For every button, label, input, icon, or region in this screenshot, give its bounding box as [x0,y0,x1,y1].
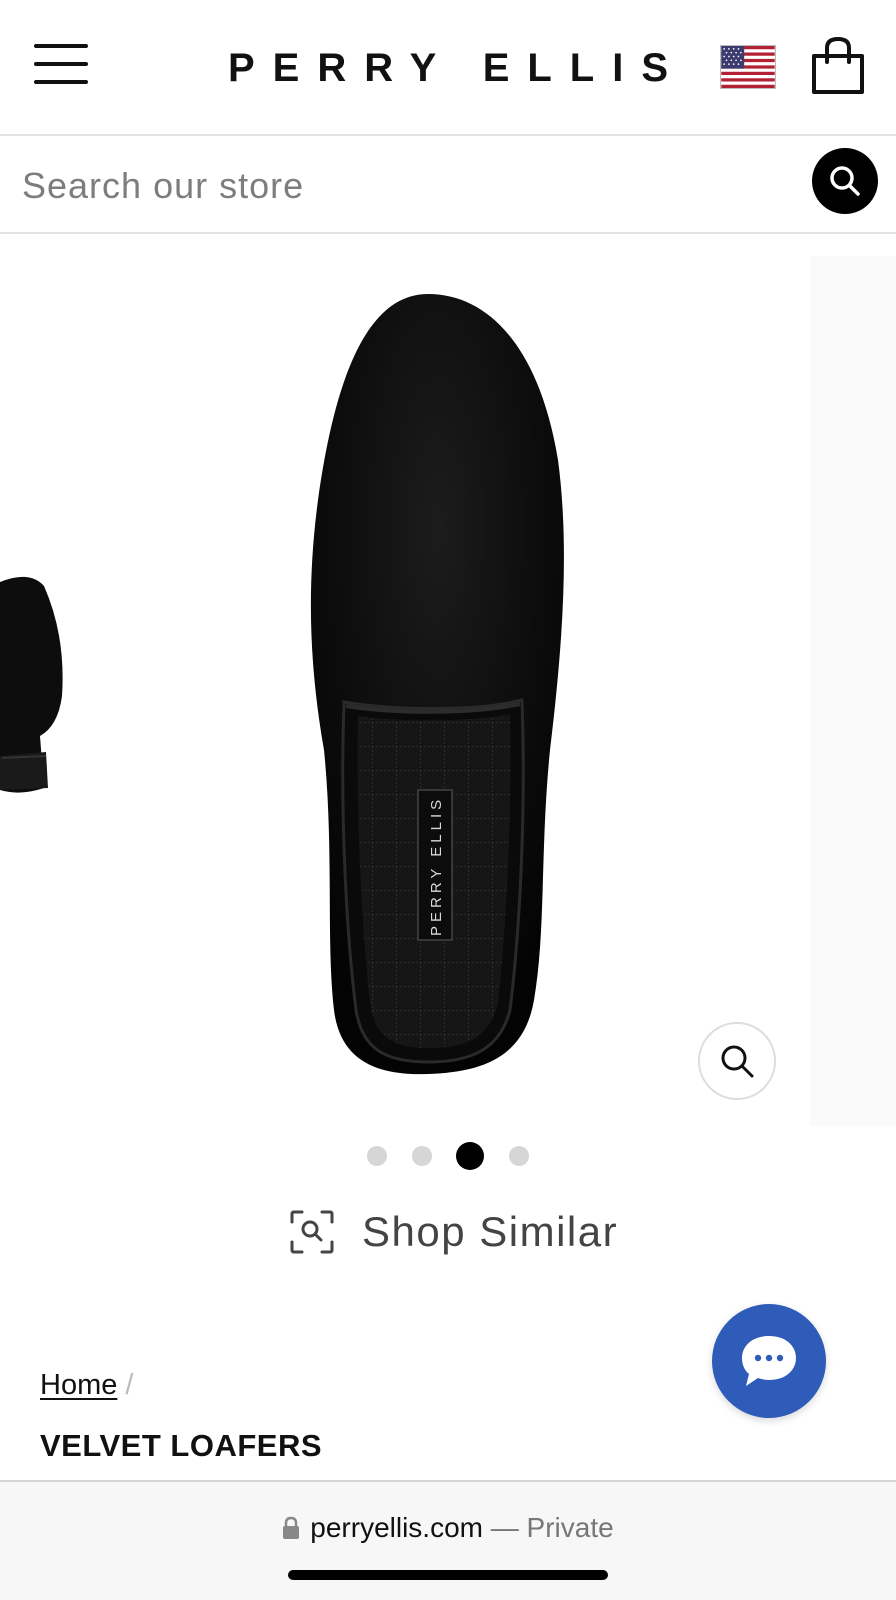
shop-similar-label: Shop Similar [362,1208,619,1255]
next-product-image[interactable] [810,256,896,1126]
browser-address-bar[interactable]: perryellis.com — Private [0,1480,896,1600]
page: PERRY ELLIS Search our store PERRY ELLIS… [0,0,896,1600]
carousel-dot[interactable] [411,1146,432,1166]
visual-search-icon [290,1210,334,1254]
chat-button[interactable] [712,1304,826,1418]
search-button[interactable] [812,148,878,214]
carousel-dot[interactable] [508,1146,529,1166]
search-input[interactable] [22,158,782,214]
breadcrumb-separator: / [125,1369,134,1401]
lock-icon [283,1516,300,1539]
velvet-loafer-image: PERRY ELLIS [310,294,564,1075]
product-title: VELVET LOAFERS [40,1428,323,1463]
url-line: perryellis.com — Private [0,1512,896,1544]
shop-similar-button[interactable]: Shop Similar [290,1202,618,1262]
browser-domain: perryellis.com [310,1512,483,1543]
home-indicator[interactable] [288,1570,608,1580]
shopping-bag-icon[interactable] [810,36,866,96]
carousel-dot[interactable] [367,1146,388,1166]
search-icon [830,166,860,196]
breadcrumb: Home / [40,1368,133,1402]
site-header: PERRY ELLIS [0,0,896,136]
us-flag-icon[interactable] [720,45,776,89]
insole-brand-label: PERRY ELLIS [428,796,445,936]
chat-bubble-icon [742,1336,796,1386]
browser-private-label: — Private [490,1512,614,1543]
search-bar [0,138,896,234]
product-image-gallery[interactable]: PERRY ELLIS [0,236,896,1136]
breadcrumb-home-link[interactable]: Home [40,1369,117,1401]
carousel-dot-active[interactable] [456,1142,485,1170]
carousel-dots [0,1142,896,1172]
zoom-magnifier-icon [721,1045,754,1078]
previous-product-image[interactable] [0,576,70,796]
zoom-button[interactable] [698,1022,776,1100]
